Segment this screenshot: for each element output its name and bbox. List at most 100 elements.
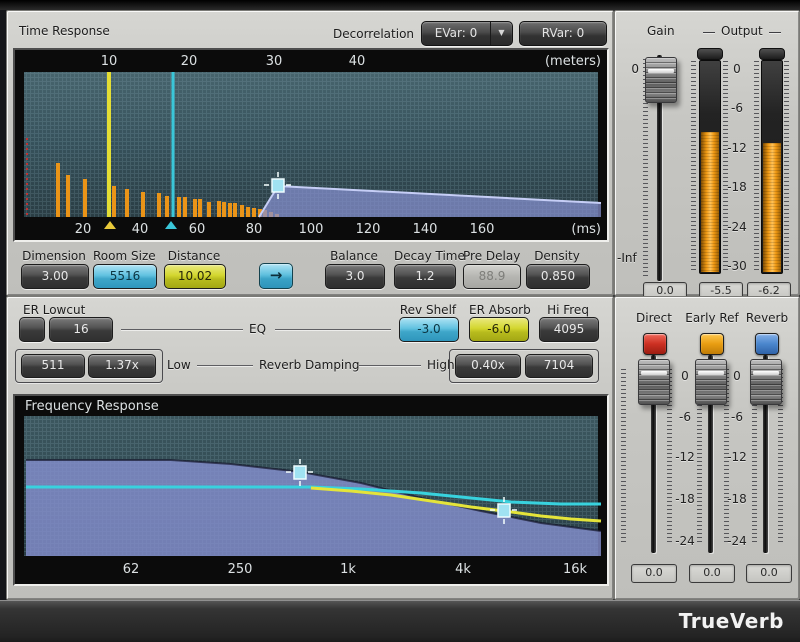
svg-text:120: 120 <box>356 222 381 237</box>
dimension-label: Dimension <box>21 249 87 263</box>
mixer-scale-18: -18 <box>725 492 749 506</box>
gain-label: Gain <box>647 24 675 38</box>
direct-fader-handle[interactable] <box>638 359 670 405</box>
svg-text:4k: 4k <box>455 562 471 577</box>
window-top-edge <box>0 0 800 10</box>
svg-text:62: 62 <box>123 562 140 577</box>
eq-frequency-section: ER Lowcut 16 EQ Rev Shelf -3.0 ER Absorb… <box>6 296 614 600</box>
direct-mute-button[interactable] <box>643 333 667 355</box>
hi-freq-label: Hi Freq <box>539 303 597 317</box>
density-value[interactable]: 0.850 <box>526 264 590 289</box>
mixer-scale-6: -6 <box>725 410 749 424</box>
er-absorb-label: ER Absorb <box>469 303 527 317</box>
meter-tick-strip <box>754 61 759 271</box>
evar-dropdown[interactable]: EVar: 0 ▼ <box>421 21 513 46</box>
svg-text:(meters): (meters) <box>545 54 601 69</box>
distance-value[interactable]: 10.02 <box>164 264 226 289</box>
svg-text:160: 160 <box>470 222 495 237</box>
time-response-section: Time Response Decorrelation EVar: 0 ▼ RV… <box>6 10 614 296</box>
time-response-graph[interactable]: 10 20 30 40 (meters) 20 40 60 80 100 120… <box>13 48 609 242</box>
mixer-scale-0: 0 <box>673 369 697 383</box>
output-dash <box>769 32 781 33</box>
direct-value-display[interactable]: 0.0 <box>631 564 677 583</box>
brand-logo: TrueVerb <box>679 601 784 641</box>
svg-text:30: 30 <box>266 54 283 69</box>
high-damping-freq[interactable]: 7104 <box>525 354 593 378</box>
decay-time-value[interactable]: 1.2 <box>394 264 456 289</box>
mixer-scale-12: -12 <box>673 450 697 464</box>
output-scale-0: 0 <box>723 62 751 76</box>
er-lowcut-label: ER Lowcut <box>23 303 85 317</box>
reverb-fader-handle[interactable] <box>750 359 782 405</box>
balance-value[interactable]: 3.0 <box>325 264 385 289</box>
gain-inf-label: -Inf <box>617 251 637 265</box>
clip-led-right[interactable] <box>759 48 785 60</box>
output-scale-12: -12 <box>723 141 751 155</box>
early-ref-fader-handle[interactable] <box>695 359 727 405</box>
frequency-response-svg: Frequency Response 62 250 1 <box>15 396 607 584</box>
room-size-label: Room Size <box>93 249 155 263</box>
er-lowcut-toggle[interactable] <box>19 317 45 342</box>
svg-text:(ms): (ms) <box>571 222 601 237</box>
er-absorb-value[interactable]: -6.0 <box>469 317 529 342</box>
density-label: Density <box>526 249 588 263</box>
output-meter-right <box>761 60 783 274</box>
output-scale-18: -18 <box>723 180 751 194</box>
frequency-response-graph[interactable]: Frequency Response 62 250 1 <box>13 394 609 586</box>
svg-text:1k: 1k <box>340 562 356 577</box>
mixer-scale-6: -6 <box>673 410 697 424</box>
rev-shelf-label: Rev Shelf <box>399 303 457 317</box>
reverb-label: Reverb <box>739 311 795 325</box>
meter-tick-strip <box>691 61 696 271</box>
eq-label: EQ <box>249 322 266 336</box>
output-scale-24: -24 <box>723 220 751 234</box>
svg-text:20: 20 <box>75 222 92 237</box>
gain-fader-handle[interactable] <box>645 57 677 103</box>
output-dash <box>703 32 715 33</box>
copy-arrow-button[interactable]: → <box>259 263 293 289</box>
svg-text:16k: 16k <box>563 562 588 577</box>
decorrelation-label: Decorrelation <box>333 27 414 41</box>
gain-zero-label: 0 <box>623 62 639 76</box>
evar-value[interactable]: EVar: 0 <box>422 22 490 45</box>
pre-delay-value[interactable]: 88.9 <box>463 264 521 289</box>
damping-divider-line <box>359 365 421 366</box>
mixer-scale-12: -12 <box>725 450 749 464</box>
hi-freq-value[interactable]: 4095 <box>539 317 599 342</box>
time-response-svg: 10 20 30 40 (meters) 20 40 60 80 100 120… <box>15 50 607 240</box>
eq-divider-line <box>275 329 391 330</box>
dimension-value[interactable]: 3.00 <box>21 264 89 289</box>
mixer-scale-24: -24 <box>673 534 697 548</box>
svg-text:60: 60 <box>189 222 206 237</box>
room-size-value[interactable]: 5516 <box>93 264 157 289</box>
low-damping-ratio[interactable]: 1.37x <box>88 354 156 378</box>
footer-bar: TrueVerb <box>0 600 800 642</box>
low-label: Low <box>167 358 191 372</box>
early-ref-value-display[interactable]: 0.0 <box>689 564 735 583</box>
low-damping-freq[interactable]: 511 <box>21 354 85 378</box>
rvar-button[interactable]: RVar: 0 <box>519 21 607 46</box>
svg-text:40: 40 <box>349 54 366 69</box>
rvar-value[interactable]: RVar: 0 <box>520 22 606 45</box>
high-damping-ratio[interactable]: 0.40x <box>455 354 521 378</box>
reverb-value-display[interactable]: 0.0 <box>746 564 792 583</box>
mixer-scale-18: -18 <box>673 492 697 506</box>
mixer-tick-strip <box>621 369 626 545</box>
pre-delay-label: Pre Delay <box>463 249 519 263</box>
dropdown-arrow-icon[interactable]: ▼ <box>490 22 512 45</box>
meter-fill-right <box>763 143 781 272</box>
freq-graph-title: Frequency Response <box>25 399 159 414</box>
clip-led-left[interactable] <box>697 48 723 60</box>
eq-divider-line <box>121 329 243 330</box>
svg-text:20: 20 <box>181 54 198 69</box>
direct-label: Direct <box>627 311 681 325</box>
rev-shelf-value[interactable]: -3.0 <box>399 317 459 342</box>
svg-text:250: 250 <box>228 562 253 577</box>
reverb-mute-button[interactable] <box>755 333 779 355</box>
early-ref-label: Early Ref <box>681 311 743 325</box>
early-ref-mute-button[interactable] <box>700 333 724 355</box>
damping-divider-line <box>197 365 253 366</box>
svg-text:140: 140 <box>413 222 438 237</box>
er-lowcut-value[interactable]: 16 <box>49 317 113 342</box>
svg-text:10: 10 <box>101 54 118 69</box>
